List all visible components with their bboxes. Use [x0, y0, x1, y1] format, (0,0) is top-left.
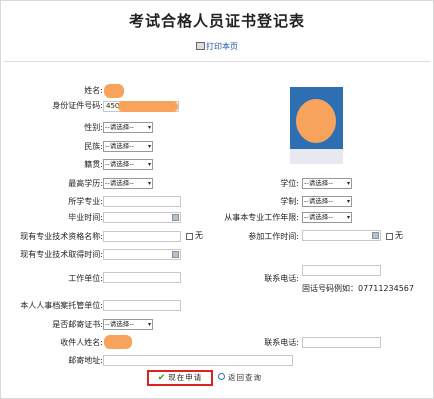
education-label: 最高学历:	[68, 179, 103, 188]
mail-cert-select-value: --请选择--	[105, 320, 134, 328]
tech-title-field[interactable]	[103, 231, 181, 242]
phone-field[interactable]	[302, 265, 381, 276]
tech-time-field[interactable]	[103, 249, 181, 260]
chevron-down-icon: ▾	[147, 161, 151, 168]
degree-select-value: --请选择--	[304, 179, 333, 187]
years-select-value: --请选择--	[304, 213, 333, 221]
print-link-label: 打印本页	[206, 42, 238, 51]
page-title: 考试合格人员证书登记表	[128, 12, 305, 30]
phone2-field[interactable]	[302, 337, 381, 348]
native-select[interactable]: --请选择-- ▾	[103, 159, 153, 170]
check-icon: ✔	[157, 373, 167, 383]
back-link[interactable]: 返回查询	[218, 373, 262, 383]
grad-time-label: 毕业时间:	[68, 213, 103, 222]
work-start-field[interactable]	[302, 230, 381, 241]
chevron-down-icon: ▾	[346, 198, 350, 205]
phone2-label: 联系电话:	[264, 338, 299, 347]
tech-title-none-label: 无	[195, 231, 203, 240]
printer-icon	[196, 42, 205, 50]
id-redaction	[118, 101, 178, 112]
ethnicity-label: 民族:	[84, 142, 103, 151]
major-label: 所学专业:	[68, 197, 103, 206]
calendar-icon[interactable]	[172, 251, 179, 258]
divider	[4, 61, 430, 62]
phone-hint: 固话号码例如：07711234567	[302, 284, 414, 293]
ethnicity-select[interactable]: --请选择-- ▾	[103, 141, 153, 152]
education-select-value: --请选择--	[105, 179, 134, 187]
search-icon	[218, 373, 225, 380]
schooling-select[interactable]: --请选择-- ▾	[302, 196, 352, 207]
work-start-none-checkbox[interactable]	[386, 233, 393, 240]
submit-button-label: 现在申请	[168, 373, 203, 382]
schooling-select-value: --请选择--	[304, 197, 333, 205]
applicant-photo	[290, 87, 343, 164]
calendar-icon[interactable]	[172, 214, 179, 221]
chevron-down-icon: ▾	[147, 321, 151, 328]
chevron-down-icon: ▾	[147, 143, 151, 150]
tech-title-label: 现有专业技术资格名称:	[20, 232, 103, 241]
gender-label: 性别:	[84, 123, 103, 132]
ethnicity-select-value: --请选择--	[105, 142, 134, 150]
phone-label: 联系电话:	[264, 274, 299, 283]
tech-title-none-checkbox[interactable]	[186, 233, 193, 240]
chevron-down-icon: ▾	[147, 180, 151, 187]
archive-label: 本人人事档案托管单位:	[20, 301, 103, 310]
degree-label: 学位:	[280, 179, 299, 188]
schooling-label: 学制:	[280, 197, 299, 206]
native-label: 籍贯:	[84, 160, 103, 169]
mail-cert-label: 是否邮寄证书:	[52, 320, 103, 329]
work-start-none-label: 无	[395, 231, 403, 240]
recipient-redaction	[104, 335, 132, 349]
chevron-down-icon: ▾	[346, 214, 350, 221]
education-select[interactable]: --请选择-- ▾	[103, 178, 153, 189]
gender-select[interactable]: --请选择-- ▾	[103, 122, 153, 133]
chevron-down-icon: ▾	[147, 124, 151, 131]
recipient-label: 收件人姓名:	[60, 338, 103, 347]
back-link-label: 返回查询	[228, 373, 262, 382]
gender-select-value: --请选择--	[105, 123, 134, 131]
calendar-icon[interactable]	[372, 232, 379, 239]
address-label: 邮寄地址:	[68, 356, 103, 365]
photo-face-redaction	[296, 99, 336, 143]
mail-cert-select[interactable]: --请选择-- ▾	[103, 319, 153, 330]
grad-time-field[interactable]	[103, 212, 181, 223]
years-label: 从事本专业工作年限:	[224, 213, 299, 222]
work-start-label: 参加工作时间:	[248, 232, 299, 241]
name-label: 姓名:	[84, 86, 103, 95]
tech-time-label: 现有专业技术取得时间:	[20, 250, 103, 259]
print-link[interactable]: 打印本页	[0, 41, 434, 52]
name-redaction	[104, 84, 124, 98]
id-label: 身份证件号码:	[52, 101, 103, 110]
photo-collar	[290, 149, 343, 164]
years-select[interactable]: --请选择-- ▾	[302, 212, 352, 223]
degree-select[interactable]: --请选择-- ▾	[302, 178, 352, 189]
native-select-value: --请选择--	[105, 160, 134, 168]
submit-button[interactable]: ✔ 现在申请	[147, 370, 213, 386]
employer-field[interactable]	[103, 272, 181, 283]
chevron-down-icon: ▾	[346, 180, 350, 187]
employer-label: 工作单位:	[68, 274, 103, 283]
major-field[interactable]	[103, 196, 181, 207]
address-field[interactable]	[103, 355, 293, 366]
archive-field[interactable]	[103, 300, 181, 311]
